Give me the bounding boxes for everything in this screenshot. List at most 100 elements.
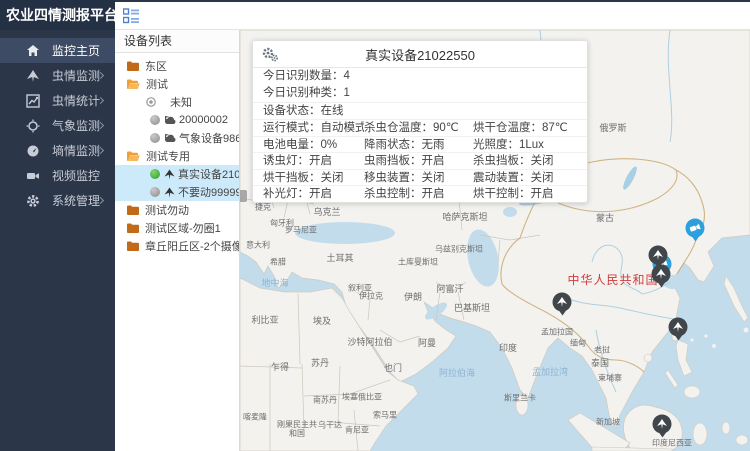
map-label-country: 老挝 xyxy=(594,345,610,354)
map-label-country: 伊拉克 xyxy=(359,291,383,300)
map-label-country: 肯尼亚 xyxy=(345,425,369,434)
sidebar-item-monitor-home[interactable]: 监控主页 xyxy=(0,38,115,63)
sidebar-item-video-monitor[interactable]: 视频监控 xyxy=(0,163,115,188)
tree-label: 未知 xyxy=(170,94,192,110)
map-canvas[interactable]: 俄罗斯 蒙古 哈萨克斯坦 捷克 乌克兰 匈牙利 罗马尼亚 意大利 希腊 土耳其 … xyxy=(240,30,750,451)
bug-pin[interactable] xyxy=(652,265,671,284)
map-label-country: 希腊 xyxy=(270,257,286,266)
status-dot-offline xyxy=(150,133,160,143)
tree-folder-test-donottouch[interactable]: 测试勿动 xyxy=(115,201,239,219)
tree-label: 测试 xyxy=(146,76,168,92)
stat-rain-baffle: 虫雨挡板：开启 xyxy=(364,153,473,169)
sidebar-item-label: 系统管理 xyxy=(52,192,100,209)
sidebar-item-system-admin[interactable]: 系统管理 xyxy=(0,188,115,213)
folder-open-icon xyxy=(127,79,140,89)
tree-folder-east[interactable]: 东区 xyxy=(115,57,239,75)
map-label-country: 意大利 xyxy=(246,240,270,249)
map-label-country: 捷克 xyxy=(255,202,271,211)
map-label-country: 新加坡 xyxy=(596,417,620,426)
bug-pin-icon xyxy=(657,419,668,430)
bug-pin-icon xyxy=(673,322,684,333)
sidebar-item-label: 监控主页 xyxy=(52,42,100,59)
status-dot-online xyxy=(150,169,160,179)
map-label-country: 喀麦隆 xyxy=(243,412,267,421)
device-list-panel: 设备列表 东区 测试 未知 20000002 气象设备98 xyxy=(115,30,240,451)
bug-pin[interactable] xyxy=(653,415,672,434)
tree-device-weather-986[interactable]: 气象设备986 xyxy=(115,129,239,147)
stat-today-species: 今日识别种类：1 xyxy=(253,85,587,102)
map-label-country: 哈萨克斯坦 xyxy=(442,212,487,222)
map-label-country: 柬埔寨 xyxy=(598,373,622,382)
bug-pin-icon xyxy=(557,297,568,308)
tree-device-donottouch-99999999[interactable]: 不要动99999999 xyxy=(115,183,239,201)
map-control[interactable] xyxy=(240,190,247,202)
target-icon xyxy=(146,97,156,107)
map-label-country: 乌兹别克斯坦 xyxy=(435,244,483,253)
stat-kill-baffle: 杀虫挡板：关闭 xyxy=(473,153,587,169)
bug-pin[interactable] xyxy=(553,293,572,312)
map-label-country: 索马里 xyxy=(373,410,397,419)
map-label-country: 土耳其 xyxy=(326,253,353,263)
tree-label: 测试区域-勿圈1 xyxy=(145,220,221,236)
weather-device-icon xyxy=(164,115,176,125)
tree-folder-zhangqiu-cameras[interactable]: 章丘阳丘区-2个摄像头 xyxy=(115,237,239,255)
map-label-country: 苏丹 xyxy=(311,358,329,368)
map-label-country: 埃塞俄比亚 xyxy=(342,392,382,401)
map-label-country: 印度 xyxy=(499,343,517,353)
stat-battery: 电池电量：0% xyxy=(263,137,364,153)
bug-icon xyxy=(26,69,40,83)
sidebar-item-insect-stats[interactable]: 虫情统计 xyxy=(0,88,115,113)
status-dot-offline xyxy=(150,187,160,197)
device-settings-icon[interactable] xyxy=(262,47,278,62)
folder-closed-icon xyxy=(127,205,139,215)
bug-pin[interactable] xyxy=(669,318,688,337)
map-label-country: 缅甸 xyxy=(570,338,586,347)
bug-device-icon xyxy=(164,187,175,198)
app-title: 农业四情测报平台 xyxy=(0,0,115,30)
map-label-country: 土库曼斯坦 xyxy=(398,257,438,266)
tree-label: 测试勿动 xyxy=(145,202,189,218)
tree-label: 章丘阳丘区-2个摄像头 xyxy=(145,238,240,254)
tree-list-icon[interactable] xyxy=(123,8,139,24)
soil-icon xyxy=(26,144,40,158)
sidebar-item-insect-monitor[interactable]: 虫情监测 xyxy=(0,63,115,88)
stat-kill-control: 杀虫控制：开启 xyxy=(364,186,473,202)
sidebar-item-label: 视频监控 xyxy=(52,167,100,184)
tree-item-unknown[interactable]: 未知 xyxy=(115,93,239,111)
map-label-country: 也门 xyxy=(384,363,402,373)
bug-pin-icon xyxy=(656,269,667,280)
stat-today-count: 今日识别数量：4 xyxy=(253,68,587,85)
bug-pin-icon xyxy=(653,250,664,261)
camera-pin[interactable] xyxy=(686,219,705,238)
map-label-country: 阿曼 xyxy=(418,338,436,348)
stat-kill-temp: 杀虫仓温度：90℃ xyxy=(364,120,473,136)
stat-shake-device: 震动装置：关闭 xyxy=(473,170,587,186)
tree-label: 20000002 xyxy=(179,114,228,126)
folder-closed-icon xyxy=(127,241,139,251)
map-label-country: 阿富汗 xyxy=(436,284,463,294)
tree-folder-test[interactable]: 测试 xyxy=(115,75,239,93)
tree-folder-test-region-1[interactable]: 测试区域-勿圈1 xyxy=(115,219,239,237)
map-label-sea: 阿拉伯海 xyxy=(439,368,475,378)
sidebar-item-weather-monitor[interactable]: 气象监测 xyxy=(0,113,115,138)
sidebar-item-label: 气象监测 xyxy=(52,117,100,134)
stat-dry-baffle: 烘干挡板：关闭 xyxy=(263,170,364,186)
device-info-popup: 真实设备21022550 今日识别数量：4 今日识别种类：1 设备状态：在线 运… xyxy=(252,40,588,203)
tree-device-20000002[interactable]: 20000002 xyxy=(115,111,239,129)
camera-pin-icon xyxy=(690,224,701,233)
map-label-country: 泰国 xyxy=(591,358,609,368)
weather-device-icon xyxy=(164,133,176,143)
status-dot-offline xyxy=(150,115,160,125)
map-label-country: 巴基斯坦 xyxy=(454,303,490,313)
stat-lure-lamp: 诱虫灯：开启 xyxy=(263,153,364,169)
tree-label: 不要动99999999 xyxy=(178,184,240,200)
tree-device-real-21022550[interactable]: 真实设备21022550 xyxy=(115,165,239,183)
stat-move-device: 移虫装置：关闭 xyxy=(364,170,473,186)
gear-icon xyxy=(26,194,40,208)
bug-pin[interactable] xyxy=(649,246,668,265)
sidebar-item-soil-monitor[interactable]: 墒情监测 xyxy=(0,138,115,163)
map-label-country: 罗马尼亚 xyxy=(285,225,317,234)
map-label-country: 孟加拉国 xyxy=(541,327,573,336)
stat-rain: 降雨状态：无雨 xyxy=(364,137,473,153)
tree-folder-test-special[interactable]: 测试专用 xyxy=(115,147,239,165)
